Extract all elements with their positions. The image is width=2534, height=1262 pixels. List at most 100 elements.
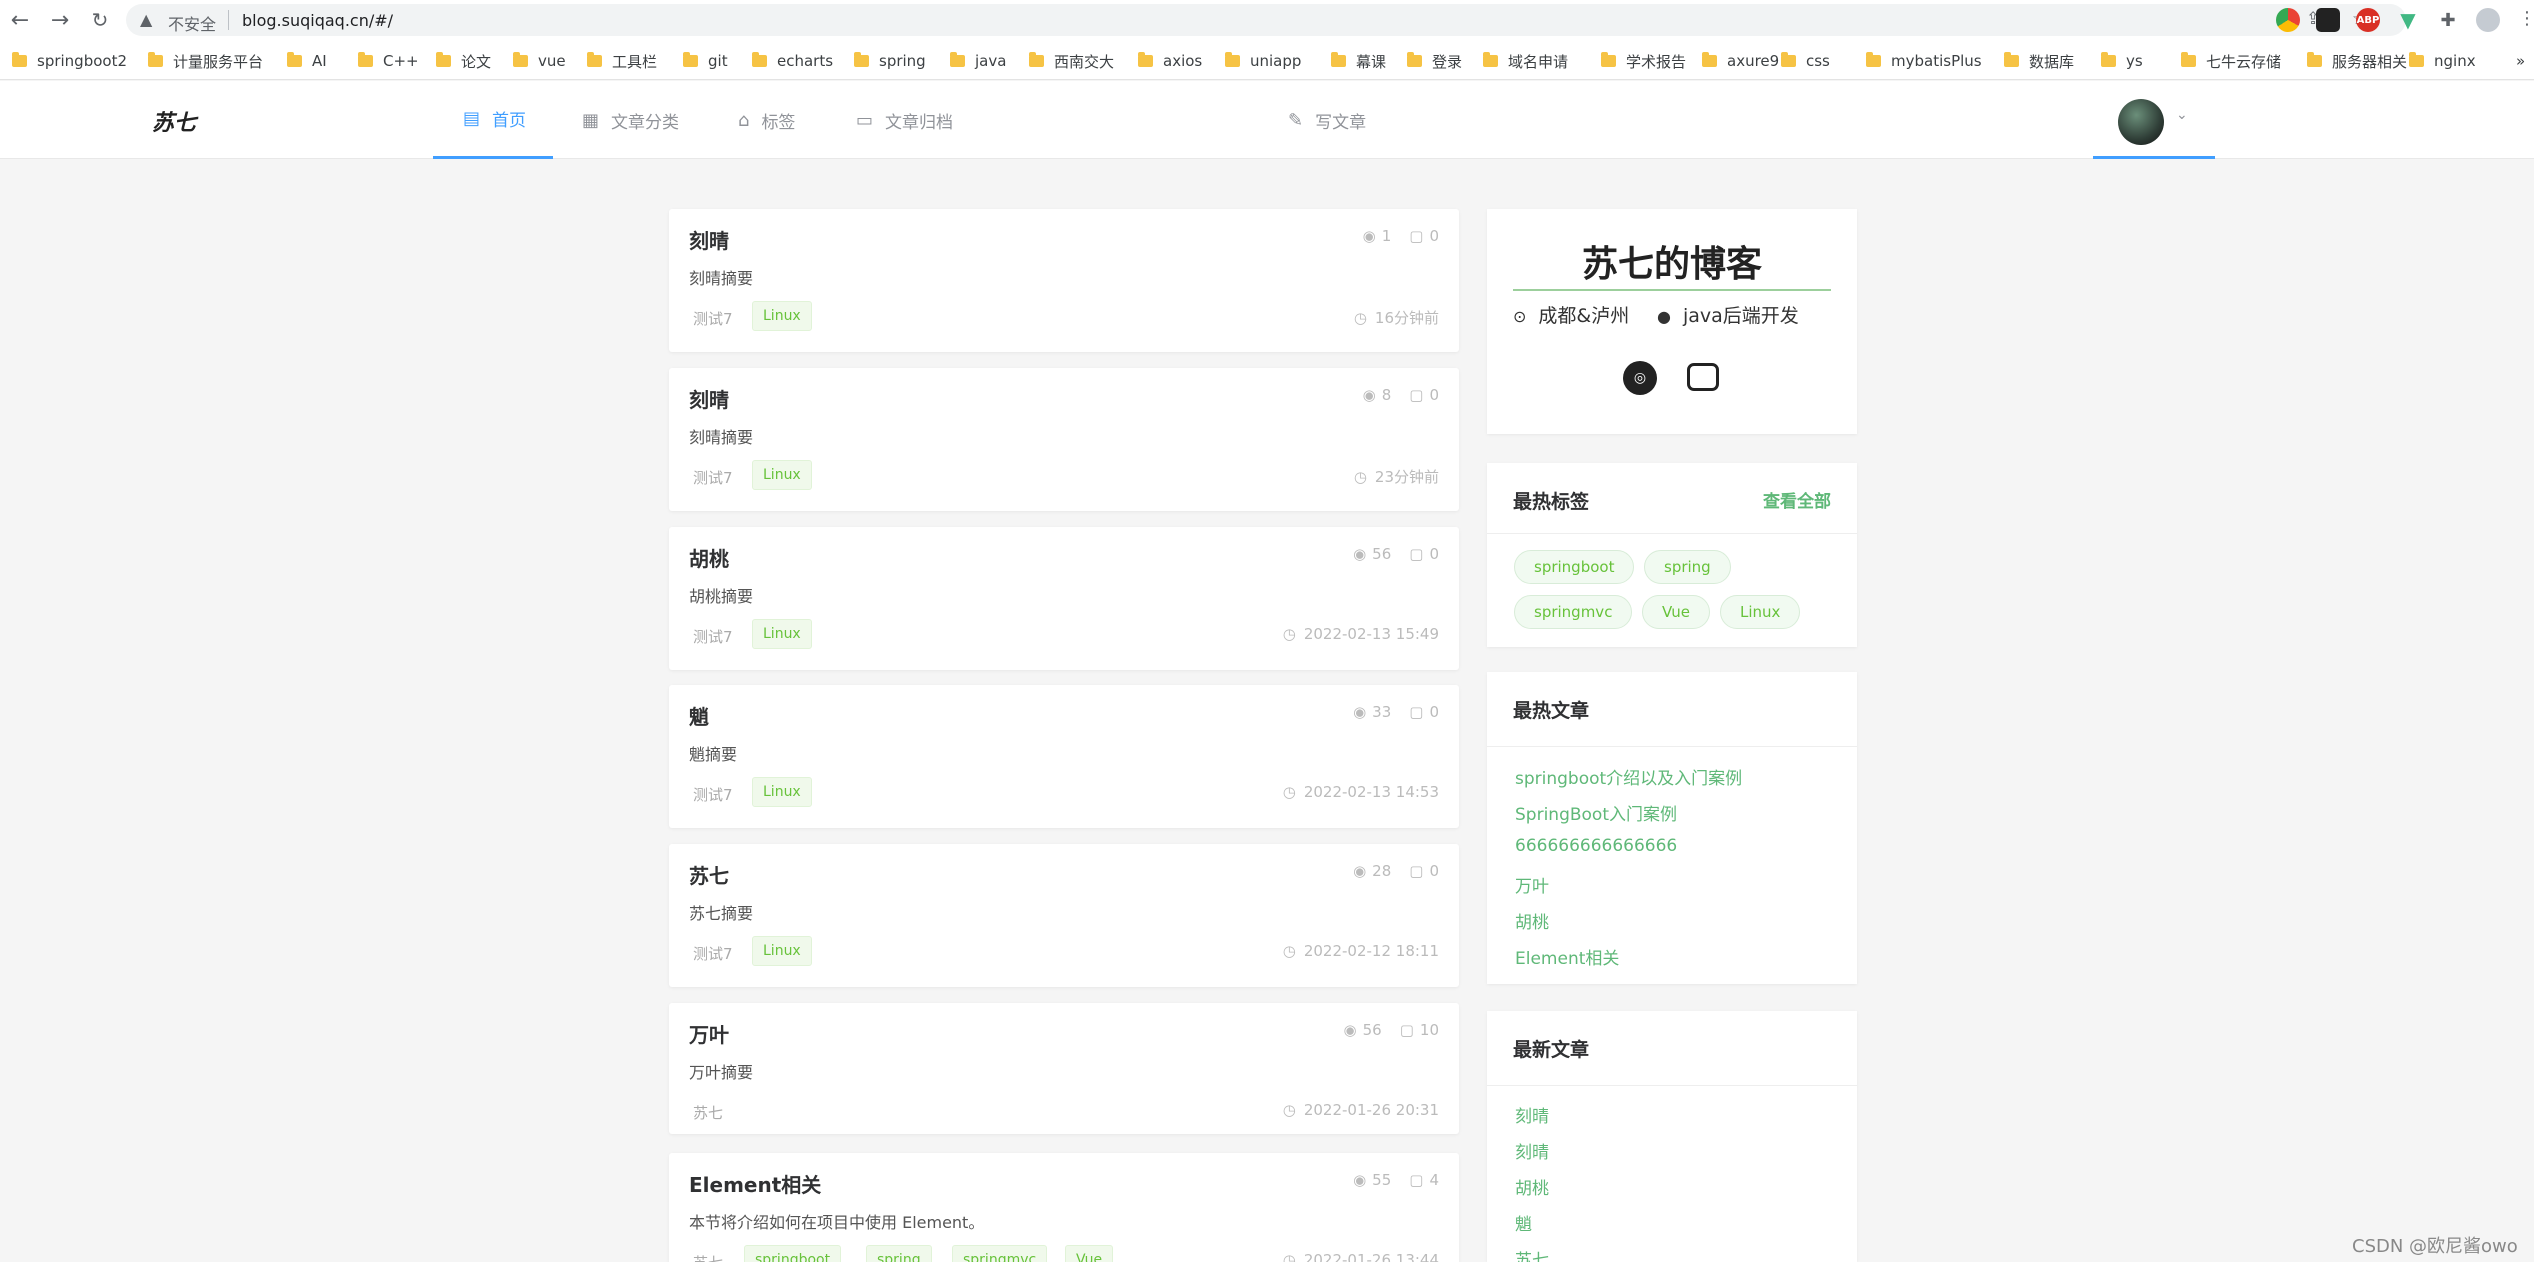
- bookmark-item[interactable]: git: [683, 50, 728, 72]
- menu-kebab-icon[interactable]: ⋮: [2518, 8, 2534, 29]
- eye-icon: ◉: [1362, 386, 1376, 404]
- hot-articles-title: 最热文章: [1513, 700, 1590, 722]
- article-card[interactable]: 刻晴 刻晴摘要 ◉ 1 ▢ 0 测试7 Linux ◷ 16分钟前: [669, 209, 1459, 352]
- article-title[interactable]: Element相关: [689, 1169, 821, 1198]
- article-card[interactable]: 刻晴 刻晴摘要 ◉ 8 ▢ 0 测试7 Linux ◷ 23分钟前: [669, 368, 1459, 511]
- profile-icon[interactable]: [2476, 8, 2500, 32]
- url-text[interactable]: blog.suqiqaq.cn/#/: [242, 11, 393, 30]
- bookmark-item[interactable]: spring: [854, 50, 926, 72]
- article-card[interactable]: 魈魈摘要 ◉ 33 ▢ 0 测试7 Linux ◷ 2022-02-13 14:53: [669, 685, 1459, 828]
- article-tag[interactable]: Linux: [752, 460, 812, 490]
- bookmark-item[interactable]: axure9: [1702, 50, 1779, 72]
- nav-tags[interactable]: ⌂ 标签: [738, 81, 795, 159]
- bookmark-item[interactable]: 七牛云存储: [2181, 50, 2281, 72]
- article-link[interactable]: 苏七: [1515, 1246, 1549, 1262]
- bookmark-item[interactable]: 登录: [1407, 50, 1462, 72]
- chrome-extension-icon[interactable]: [2276, 8, 2300, 32]
- article-time: ◷ 2022-01-26 13:44: [1283, 1251, 1439, 1262]
- article-link[interactable]: 胡桃: [1515, 1174, 1549, 1199]
- bookmark-item[interactable]: 西南交大: [1029, 50, 1114, 72]
- bookmark-item[interactable]: 学术报告: [1601, 50, 1686, 72]
- hot-tags-title: 最热标签: [1513, 491, 1590, 513]
- bookmark-item[interactable]: 论文: [436, 50, 491, 72]
- site-logo[interactable]: 苏七: [152, 105, 196, 137]
- article-summary: 刻晴摘要: [689, 428, 754, 447]
- article-link[interactable]: SpringBoot入门案例: [1515, 800, 1677, 825]
- bookmark-item[interactable]: vue: [513, 50, 566, 72]
- more-bookmarks-icon[interactable]: »: [2516, 50, 2525, 72]
- article-card[interactable]: 苏七 苏七摘要 ◉ 28 ▢ 0 测试7 Linux ◷ 2022-02-12 18:11: [669, 844, 1459, 987]
- hot-tag[interactable]: spring: [1644, 550, 1731, 584]
- bookmark-item[interactable]: AI: [287, 50, 327, 72]
- article-tag[interactable]: springmvc: [952, 1245, 1048, 1262]
- article-tag[interactable]: Linux: [752, 301, 812, 331]
- bookmark-item[interactable]: mybatisPlus: [1866, 50, 1982, 72]
- article-title[interactable]: 胡桃: [689, 543, 729, 572]
- bookmark-item[interactable]: 域名申请: [1483, 50, 1568, 72]
- article-title[interactable]: 苏七: [689, 860, 729, 889]
- reload-icon[interactable]: ↻: [86, 6, 114, 34]
- address-bar[interactable]: ▲ 不安全 blog.suqiqaq.cn/#/ ⇪ ☆: [126, 4, 2406, 36]
- view-all-link[interactable]: 查看全部: [1763, 487, 1831, 512]
- article-link[interactable]: Element相关: [1515, 944, 1619, 969]
- vue-devtools-icon[interactable]: ▼: [2396, 8, 2420, 32]
- bookmark-item[interactable]: nginx: [2409, 50, 2476, 72]
- avatar[interactable]: [2118, 99, 2164, 145]
- qq-icon[interactable]: ◎: [1623, 361, 1657, 395]
- bear-extension-icon[interactable]: [2316, 8, 2340, 32]
- hot-tag[interactable]: springmvc: [1514, 595, 1633, 629]
- article-tag[interactable]: Linux: [752, 777, 812, 807]
- article-tag[interactable]: Vue: [1065, 1245, 1114, 1262]
- article-link[interactable]: 魈: [1515, 1210, 1532, 1235]
- article-title[interactable]: 刻晴: [689, 384, 729, 413]
- bookmark-item[interactable]: C++: [358, 50, 419, 72]
- hot-tag[interactable]: Linux: [1720, 595, 1801, 629]
- article-link[interactable]: 刻晴: [1515, 1102, 1549, 1127]
- forward-icon[interactable]: →: [46, 6, 74, 34]
- article-card[interactable]: 万叶 万叶摘要 ◉ 56 ▢ 10 苏七 ◷ 2022-01-26 20:31: [669, 1003, 1459, 1134]
- bookmark-item[interactable]: 服务器相关: [2307, 50, 2407, 72]
- nav-categories[interactable]: ▦ 文章分类: [582, 81, 679, 159]
- article-tag[interactable]: Linux: [752, 936, 812, 966]
- hot-tag[interactable]: springboot: [1514, 550, 1635, 584]
- article-tag[interactable]: spring: [866, 1245, 932, 1262]
- bookmark-item[interactable]: java: [950, 50, 1006, 72]
- back-icon[interactable]: ←: [6, 6, 34, 34]
- eye-icon: ◉: [1362, 227, 1376, 245]
- bookmark-item[interactable]: 幕课: [1331, 50, 1386, 72]
- article-link[interactable]: 胡桃: [1515, 908, 1549, 933]
- bookmark-item[interactable]: springboot2: [12, 50, 127, 72]
- article-title[interactable]: 万叶: [689, 1019, 729, 1048]
- bookmark-item[interactable]: axios: [1138, 50, 1202, 72]
- bookmark-item[interactable]: uniapp: [1225, 50, 1301, 72]
- bookmark-item[interactable]: css: [1781, 50, 1830, 72]
- chevron-down-icon[interactable]: ⌄: [2176, 107, 2188, 123]
- article-link[interactable]: 666666666666666: [1515, 836, 1677, 856]
- bookmark-item[interactable]: 计量服务平台: [148, 50, 263, 72]
- article-time-text: 2022-02-13 15:49: [1303, 625, 1439, 643]
- article-tag[interactable]: springboot: [744, 1245, 842, 1262]
- article-title[interactable]: 魈: [689, 701, 709, 730]
- job: ● java后端开发: [1657, 301, 1799, 328]
- article-title[interactable]: 刻晴: [689, 225, 729, 254]
- comment-count: 0: [1429, 227, 1439, 245]
- nav-home[interactable]: ▤ 首页: [433, 81, 553, 159]
- bookmark-item[interactable]: ys: [2101, 50, 2143, 72]
- bookmark-item[interactable]: echarts: [752, 50, 833, 72]
- bookmark-item[interactable]: 工具栏: [587, 50, 657, 72]
- adblock-icon[interactable]: ABP: [2356, 8, 2380, 32]
- view-count: 8: [1381, 386, 1392, 404]
- bilibili-icon[interactable]: [1687, 363, 1719, 391]
- article-card[interactable]: Element相关本节将介绍如何在项目中使用 Element。 ◉ 55 ▢ 4 苏七 sp…: [669, 1153, 1459, 1262]
- write-article-button[interactable]: ✎ 写文章: [1288, 81, 1366, 159]
- nav-archive[interactable]: ▭ 文章归档: [856, 81, 953, 159]
- folder-icon: [1781, 52, 1796, 67]
- extensions-puzzle-icon[interactable]: ✚: [2436, 8, 2460, 32]
- article-tag[interactable]: Linux: [752, 619, 812, 649]
- article-card[interactable]: 胡桃 胡桃摘要 ◉ 56 ▢ 0 测试7 Linux ◷ 2022-02-13 15:49: [669, 527, 1459, 670]
- article-link[interactable]: 万叶: [1515, 872, 1549, 897]
- article-link[interactable]: springboot介绍以及入门案例: [1515, 764, 1742, 789]
- hot-tag[interactable]: Vue: [1642, 595, 1710, 629]
- bookmark-item[interactable]: 数据库: [2004, 50, 2074, 72]
- article-link[interactable]: 刻晴: [1515, 1138, 1549, 1163]
